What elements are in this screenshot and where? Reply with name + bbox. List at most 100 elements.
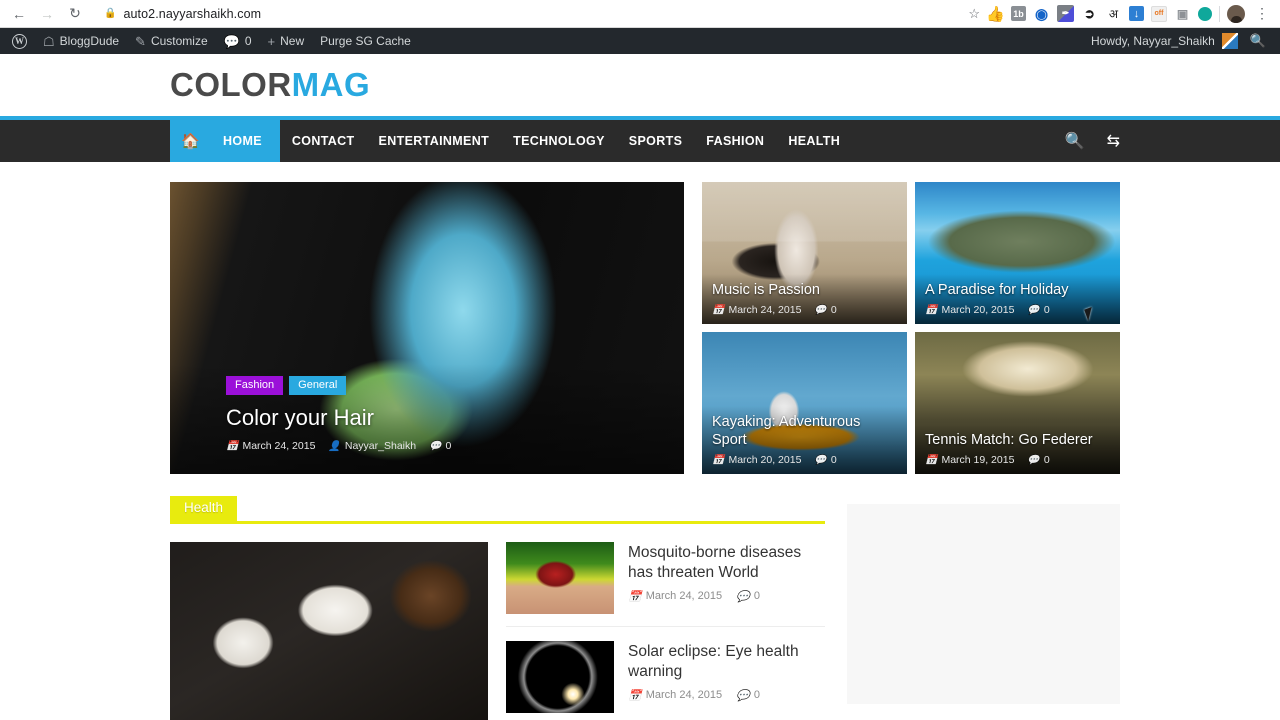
post-meta: 📅 March 24, 2015 💬 0 [628, 590, 825, 603]
featured-main-post[interactable]: Fashion General Color your Hair 📅 March 2… [170, 182, 684, 474]
hindi-extension-icon[interactable]: अ [1105, 5, 1122, 22]
tile-date: 📅 March 19, 2015 [925, 454, 1014, 466]
adminbar-search-icon[interactable]: 🔍 [1244, 33, 1272, 49]
category-badge-fashion[interactable]: Fashion [226, 376, 284, 395]
address-bar[interactable]: 🔒 auto2.nayyarshaikh.com [94, 3, 968, 25]
adminbar-new[interactable]: + New [260, 28, 313, 54]
tile-title-tennis[interactable]: Tennis Match: Go Federer [925, 432, 1110, 449]
browser-nav-buttons: ← → ↻ [6, 3, 88, 25]
shuffle-icon[interactable]: ⇆ [1107, 131, 1120, 151]
eyedropper-extension-icon[interactable]: ✒ [1057, 5, 1074, 22]
dashboard-icon: ☖ [43, 33, 55, 49]
avatar [1221, 33, 1238, 49]
tile-comment-count: 0 [1043, 304, 1050, 316]
list-item[interactable]: Mosquito-borne diseases has threaten Wor… [506, 542, 825, 627]
featured-tile-music[interactable]: Music is Passion 📅 March 24, 2015 💬 0 [702, 182, 907, 324]
paintbrush-icon: ✎ [135, 33, 146, 49]
back-arrow-icon[interactable]: ← [6, 3, 32, 25]
adminbar-site-name-label: BloggDude [59, 34, 120, 48]
kebab-menu-icon[interactable]: ⋮ [1252, 5, 1272, 22]
post-title-mosquito[interactable]: Mosquito-borne diseases has threaten Wor… [628, 543, 825, 583]
1b-extension-icon[interactable]: 1b [1011, 6, 1026, 21]
featured-tile-tennis[interactable]: Tennis Match: Go Federer 📅 March 19, 2015… [915, 332, 1120, 474]
health-section: Health Mosquito-borne diseases has threa… [170, 496, 1120, 720]
wordpress-admin-bar: W ☖ BloggDude ✎ Customize 💬 0 + New Purg… [0, 28, 1280, 54]
featured-main-meta: 📅 March 24, 2015 👤 Nayyar_Shaikh 💬 0 [226, 440, 628, 452]
sidebar [847, 496, 1120, 720]
adminbar-site-name[interactable]: ☖ BloggDude [35, 28, 127, 54]
nav-item-contact[interactable]: CONTACT [280, 120, 367, 162]
featured-main-author-text: Nayyar_Shaikh [344, 440, 417, 452]
home-icon[interactable]: 🏠 [170, 120, 211, 162]
adminbar-wordpress-logo[interactable]: W [4, 28, 35, 54]
nav-item-home[interactable]: HOME [211, 120, 280, 162]
post-text: Solar eclipse: Eye health warning 📅 March… [628, 641, 825, 713]
plus-icon: + [267, 33, 276, 49]
tile-date: 📅 March 20, 2015 [925, 304, 1014, 316]
off-extension-icon[interactable]: off [1151, 5, 1167, 22]
reload-icon[interactable]: ↻ [62, 3, 88, 25]
adminbar-comments[interactable]: 💬 0 [216, 28, 260, 54]
tile-comments: 💬 0 [1027, 304, 1049, 316]
tile-date-text: March 24, 2015 [728, 304, 802, 316]
nav-item-entertainment[interactable]: ENTERTAINMENT [367, 120, 502, 162]
post-date: 📅 March 24, 2015 [628, 689, 722, 702]
tile-date-text: March 20, 2015 [728, 454, 802, 466]
featured-main-date: 📅 March 24, 2015 [226, 440, 315, 452]
nav-item-sports[interactable]: SPORTS [617, 120, 695, 162]
health-lead-post[interactable] [170, 542, 488, 720]
calendar-icon: 📅 [925, 304, 938, 316]
tile-meta-kayaking: 📅 March 20, 2015 💬 0 [712, 454, 897, 466]
site-logo[interactable]: COLORMAG [170, 66, 370, 104]
calendar-icon: 📅 [712, 454, 725, 466]
sidebar-widget-placeholder [847, 504, 1120, 704]
profile-avatar[interactable] [1227, 4, 1245, 23]
category-badge-general[interactable]: General [289, 376, 347, 395]
section-header: Health [170, 496, 825, 524]
tile-title-paradise[interactable]: A Paradise for Holiday [925, 282, 1110, 299]
lock-icon: 🔒 [104, 8, 117, 19]
featured-tile-kayaking[interactable]: Kayaking: Adventurous Sport 📅 March 20, 2… [702, 332, 907, 474]
nav-item-technology[interactable]: TECHNOLOGY [501, 120, 617, 162]
search-icon[interactable]: 🔍 [1065, 131, 1085, 151]
adminbar-customize-label: Customize [150, 34, 208, 48]
nav-item-fashion[interactable]: FASHION [694, 120, 776, 162]
tile-meta-music: 📅 March 24, 2015 💬 0 [712, 304, 897, 316]
user-icon: 👤 [328, 440, 341, 452]
comment-icon: 💬 [1027, 454, 1040, 466]
adminbar-howdy[interactable]: Howdy, Nayyar_Shaikh [1085, 33, 1244, 49]
browser-toolbar: ← → ↻ 🔒 auto2.nayyarshaikh.com ☆ 👍 1b ◉ … [0, 0, 1280, 28]
bird-extension-icon[interactable]: ➲ [1081, 5, 1098, 22]
featured-main-title[interactable]: Color your Hair [226, 405, 628, 431]
tile-title-music[interactable]: Music is Passion [712, 282, 897, 299]
comment-icon: 💬 [814, 454, 827, 466]
teal-circle-extension-icon[interactable] [1198, 6, 1212, 21]
camera-extension-icon[interactable]: ▣ [1174, 5, 1191, 22]
section-title-health[interactable]: Health [170, 496, 238, 521]
tile-date: 📅 March 20, 2015 [712, 454, 801, 466]
star-icon[interactable]: ☆ [968, 6, 980, 22]
nav-item-sports-label: SPORTS [628, 134, 683, 148]
target-extension-icon[interactable]: ◉ [1033, 5, 1050, 23]
comment-icon: 💬 [429, 440, 442, 452]
calendar-icon: 📅 [226, 440, 239, 452]
list-item[interactable]: Solar eclipse: Eye health warning 📅 March… [506, 641, 825, 720]
tile-overlay: Tennis Match: Go Federer 📅 March 19, 2015… [915, 423, 1120, 474]
nav-item-health[interactable]: HEALTH [776, 120, 852, 162]
tile-overlay: Music is Passion 📅 March 24, 2015 💬 0 [702, 273, 907, 324]
calendar-icon: 📅 [628, 689, 642, 702]
health-content-column: Health Mosquito-borne diseases has threa… [170, 496, 825, 720]
thumbs-up-extension-icon[interactable]: 👍 [986, 5, 1005, 23]
adminbar-purge-cache[interactable]: Purge SG Cache [312, 28, 419, 54]
post-title-eclipse[interactable]: Solar eclipse: Eye health warning [628, 642, 825, 682]
download-extension-icon[interactable]: ↓ [1129, 6, 1144, 21]
featured-tile-paradise[interactable]: A Paradise for Holiday 📅 March 20, 2015 💬… [915, 182, 1120, 324]
featured-main-comment-count: 0 [445, 440, 452, 452]
featured-grid: Fashion General Color your Hair 📅 March 2… [170, 182, 1120, 474]
nav-item-entertainment-label: ENTERTAINMENT [378, 134, 490, 148]
post-thumbnail [506, 641, 614, 713]
forward-arrow-icon[interactable]: → [34, 3, 60, 25]
tile-title-kayaking[interactable]: Kayaking: Adventurous Sport [712, 414, 897, 449]
adminbar-customize[interactable]: ✎ Customize [127, 28, 216, 54]
